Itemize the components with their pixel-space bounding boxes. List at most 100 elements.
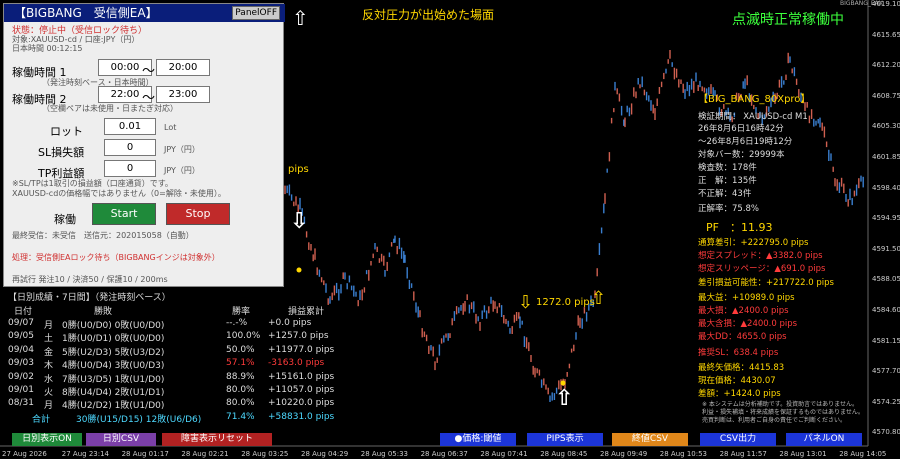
bottom-button-left-2[interactable]: 障害表示リセット — [162, 433, 272, 446]
row-dow: 木 — [44, 361, 54, 372]
stats-correct: 正 解：135件 — [698, 176, 757, 186]
y-tick-label: 4601.85 — [872, 153, 900, 161]
row-pips: +15161.0 pips — [268, 371, 335, 382]
row-pips: +1257.0 pips — [268, 331, 329, 342]
row-wl: 1勝(U0/D1) 0敗(U0/D0) — [62, 334, 165, 345]
bottom-button-right-0[interactable]: ●価格:閾値 — [440, 433, 516, 446]
row-dow: 月 — [44, 321, 54, 331]
x-tick-label: 27 Aug 23:14 — [61, 450, 109, 458]
row-wl: 0勝(U0/D0) 0敗(U0/D0) — [62, 321, 165, 331]
x-tick-label: 28 Aug 02:21 — [181, 450, 229, 458]
table-row: 09/07 月 0勝(U0/D0) 0敗(U0/D0) --.-% +0.0 pips — [6, 318, 336, 332]
y-tick-label: 4570.80 — [872, 428, 900, 437]
x-tick-label: 28 Aug 01:17 — [121, 450, 169, 458]
time2-end-input[interactable]: 23:00 — [156, 86, 210, 103]
up-signal-arrow-icon: ⇧ — [555, 386, 574, 411]
stats-title: 【BIG_BANG_80Xpro】 — [698, 94, 811, 105]
bottom-button-left-1[interactable]: 日別CSV — [86, 433, 156, 446]
y-tick-label: 4581.15 — [872, 336, 900, 345]
x-tick-label: 28 Aug 11:57 — [719, 450, 767, 458]
bottom-button-left-0[interactable]: 日別表示ON — [12, 433, 82, 446]
row-rate: 100.0% — [226, 331, 261, 342]
signal-dot — [296, 267, 302, 273]
stats-max-profit: 最大益：+10989.0 pips — [698, 293, 795, 303]
total-pips: +58831.0 pips — [268, 411, 335, 422]
start-button[interactable]: Start — [92, 203, 156, 225]
y-tick-label: 4615.65 — [872, 30, 900, 39]
stats-max-dd: 最大DD：4655.0 pips — [698, 332, 787, 342]
stats-period: 検証期間： XAUUSD-cd M1 — [698, 112, 808, 122]
x-tick-label: 28 Aug 13:01 — [779, 450, 827, 458]
x-tick-label: 28 Aug 08:45 — [540, 450, 588, 458]
stats-net: 差引損益可能性：+217722.0 pips — [698, 278, 834, 288]
row-dow: 水 — [44, 374, 54, 385]
chart-caption: 反対圧力が出始めた場面 — [362, 8, 495, 22]
lot-input[interactable]: 0.01 — [104, 118, 156, 135]
bottom-button-right-2[interactable]: 終値CSV — [612, 433, 688, 446]
bottom-button-right-1[interactable]: PIPS表示 — [527, 433, 603, 446]
x-tick-label: 28 Aug 05:33 — [360, 450, 408, 458]
daily-title: 【日別成績・7日間】（発注時刻ベース） — [8, 293, 171, 303]
table-total-row: 合計 30勝(U15/D15) 12敗(U6/D6) 71.4% +58831.0 p… — [6, 412, 336, 426]
stats-max-cont-loss: 最大含損：▲2400.0 pips — [698, 319, 798, 329]
y-tick-label: 4605.30 — [872, 122, 900, 131]
row-rate: 50.0% — [226, 344, 255, 355]
down-arrow-icon: ⇩ — [290, 209, 309, 234]
tp-input[interactable]: 0 — [104, 160, 156, 177]
stats-pf: PF ：11.93 — [706, 221, 773, 234]
total-rate: 71.4% — [226, 411, 255, 422]
y-tick-label: 4608.75 — [872, 91, 900, 100]
stats-spread: 想定スプレッド：▲3382.0 pips — [698, 251, 823, 261]
row-pips: +10220.0 pips — [268, 398, 335, 409]
row-wl: 8勝(U4/D4) 2敗(U1/D1) — [62, 388, 165, 398]
x-tick-label: 28 Aug 10:53 — [659, 450, 707, 458]
status-caption: 点滅時正常稼働中 — [732, 12, 844, 28]
y-tick-label: 4619.10 — [872, 0, 900, 8]
tp-unit: JPY（円） — [164, 166, 200, 175]
up-arrow-icon: ⇧ — [292, 6, 309, 30]
stats-current-price: 現在価格：4430.07 — [698, 376, 776, 386]
stats-count: 検査数：178件 — [698, 163, 757, 173]
table-row: 09/02 水 7勝(U3/D5) 1敗(U1/D0) 88.9% +15161.0 p… — [6, 372, 336, 386]
pips-annotation: pips — [288, 164, 309, 175]
x-tick-label: 28 Aug 09:49 — [600, 450, 648, 458]
table-row: 09/04 金 5勝(U2/D3) 5敗(U3/D2) 50.0% +11977.0 p… — [6, 345, 336, 359]
x-tick-label: 28 Aug 14:05 — [839, 450, 887, 458]
stop-button[interactable]: Stop — [166, 203, 230, 225]
table-row: 09/05 土 1勝(U0/D1) 0敗(U0/D0) 100.0% +1257.0 p… — [6, 331, 336, 345]
total-label: 合計 — [32, 414, 51, 425]
y-tick-label: 4577.70 — [872, 367, 900, 376]
stats-wrong: 不正解：43件 — [698, 189, 752, 199]
row-rate: 57.1% — [226, 358, 255, 369]
row-rate: --.-% — [226, 318, 248, 328]
stats-slippage: 想定スリッページ：▲691.0 pips — [698, 264, 826, 274]
time1-end-input[interactable]: 20:00 — [156, 59, 210, 76]
lot-label: ロット — [50, 125, 83, 138]
sl-label: SL損失額 — [38, 146, 85, 159]
y-tick-label: 4584.60 — [872, 306, 900, 314]
panel-off-button[interactable]: PanelOFF — [232, 6, 280, 20]
row-wl: 5勝(U2/D3) 5敗(U3/D2) — [62, 347, 165, 358]
time2-note: （空欄ペアは未使用・日またぎ対応） — [42, 104, 178, 113]
control-panel: 【BIGBANG 受信側EA】 PanelOFF 状態：停止中（受信ロック待ち）… — [3, 3, 285, 287]
row-rate: 88.9% — [226, 371, 255, 382]
x-tick-label: 28 Aug 06:37 — [420, 450, 468, 458]
table-row: 09/01 火 8勝(U4/D4) 2敗(U1/D1) 80.0% +11057.0 p… — [6, 385, 336, 399]
col-date: 日付 — [14, 307, 33, 317]
sl-input[interactable]: 0 — [104, 139, 156, 156]
bottom-button-right-3[interactable]: CSV出力 — [700, 433, 776, 446]
table-row: 09/03 木 4勝(U0/D4) 3敗(U0/D3) 57.1% -3163.0 pi… — [6, 358, 336, 372]
bottom-button-right-4[interactable]: パネルON — [786, 433, 862, 446]
row-date: 09/05 — [8, 331, 34, 342]
down-outline-arrow-icon: ⇩ — [518, 292, 534, 313]
stats-recommended-sl: 推奨SL：638.4 pips — [698, 348, 779, 358]
row-wl: 7勝(U3/D5) 1敗(U1/D0) — [62, 374, 165, 385]
row-dow: 土 — [44, 334, 54, 345]
x-tick-label: 28 Aug 07:41 — [480, 450, 528, 458]
row-pips: +11057.0 pips — [268, 385, 335, 395]
stats-bars: 対象バー数：29999本 — [698, 150, 785, 160]
col-wl: 勝敗 — [94, 307, 113, 317]
total-wl: 30勝(U15/D15) 12敗(U6/D6) — [76, 414, 202, 425]
row-date: 09/07 — [8, 318, 34, 328]
stats-period-to: 〜26年8月6日19時12分 — [698, 137, 793, 147]
